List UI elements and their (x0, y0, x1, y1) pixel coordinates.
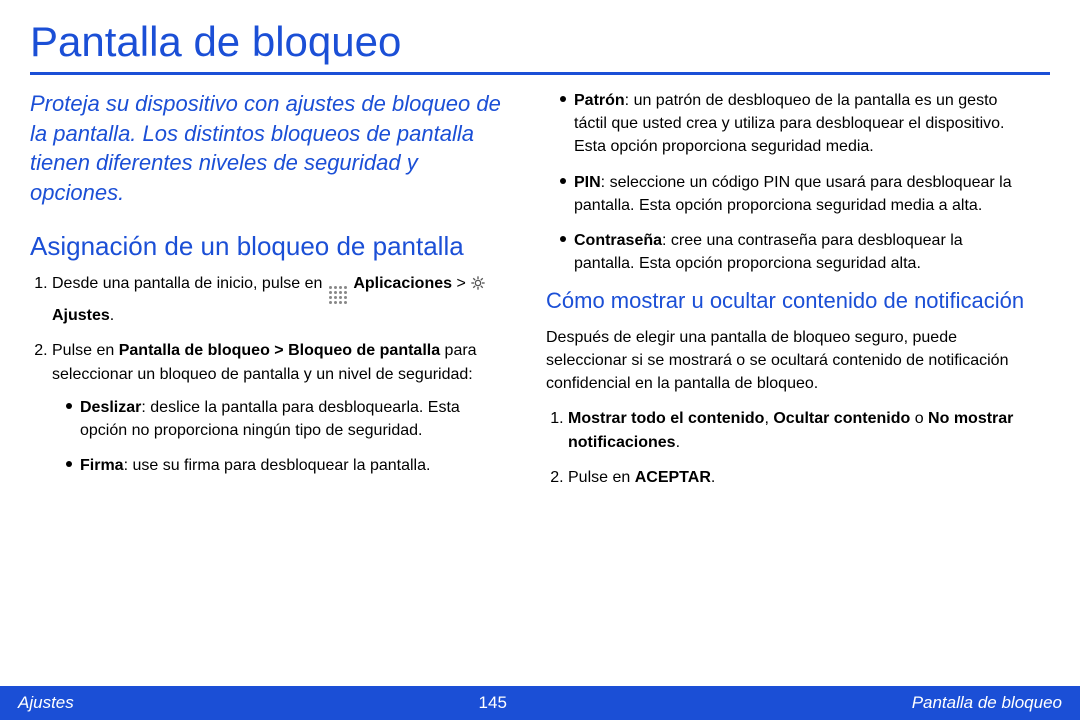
step-text: . (711, 469, 715, 486)
desc: : seleccione un código PIN que usará par… (574, 174, 1012, 214)
list-item: Contraseña: cree una contraseña para des… (560, 229, 1026, 275)
document-page: Pantalla de bloqueo Proteja su dispositi… (0, 0, 1080, 720)
term: PIN (574, 174, 601, 191)
bullets-right: Patrón: un patrón de desbloqueo de la pa… (546, 89, 1026, 275)
bullets-left: Deslizar: deslice la pantalla para desbl… (52, 396, 510, 478)
step-item: Mostrar todo el contenido, Ocultar conte… (568, 407, 1026, 453)
steps-list-2: Mostrar todo el contenido, Ocultar conte… (546, 407, 1026, 489)
step-text: Pulse en (568, 469, 635, 486)
bold-option: Ocultar contenido (773, 410, 910, 427)
bold-apps: Aplicaciones (353, 275, 452, 292)
gear-icon (470, 275, 486, 291)
bold-path: Pantalla de bloqueo > Bloqueo de pantall… (119, 342, 440, 359)
list-item: Deslizar: deslice la pantalla para desbl… (66, 396, 510, 442)
bold-accept: ACEPTAR (635, 469, 711, 486)
page-title: Pantalla de bloqueo (30, 18, 1050, 72)
left-column: Proteja su dispositivo con ajustes de bl… (30, 89, 510, 501)
section-heading-notification-content: Cómo mostrar u ocultar contenido de noti… (546, 287, 1026, 316)
step-text: Pulse en (52, 342, 119, 359)
apps-grid-icon (329, 286, 347, 304)
list-item: PIN: seleccione un código PIN que usará … (560, 171, 1026, 217)
list-item: Patrón: un patrón de desbloqueo de la pa… (560, 89, 1026, 159)
desc: : un patrón de desbloqueo de la pantalla… (574, 92, 1004, 155)
right-column: Patrón: un patrón de desbloqueo de la pa… (546, 89, 1026, 501)
step-text: , (764, 410, 773, 427)
two-column-layout: Proteja su dispositivo con ajustes de bl… (30, 89, 1050, 501)
term: Firma (80, 457, 124, 474)
section-heading-assign-lock: Asignación de un bloqueo de pantalla (30, 230, 510, 263)
page-footer: Ajustes 145 Pantalla de bloqueo (0, 686, 1080, 720)
bold-settings: Ajustes (52, 307, 110, 324)
step-text: . (676, 434, 680, 451)
term: Patrón (574, 92, 625, 109)
footer-page-number: 145 (479, 693, 507, 713)
footer-right: Pantalla de bloqueo (912, 693, 1062, 713)
step-text: o (910, 410, 928, 427)
bold-option: Mostrar todo el contenido (568, 410, 764, 427)
term: Deslizar (80, 399, 141, 416)
term: Contraseña (574, 232, 662, 249)
desc: : use su firma para desbloquear la panta… (124, 457, 431, 474)
step-text: . (110, 307, 114, 324)
step-text: > (452, 275, 470, 292)
section2-paragraph: Después de elegir una pantalla de bloque… (546, 326, 1026, 396)
footer-left: Ajustes (18, 693, 74, 713)
intro-paragraph: Proteja su dispositivo con ajustes de bl… (30, 89, 510, 208)
steps-list: Desde una pantalla de inicio, pulse en A… (30, 272, 510, 477)
step-item: Pulse en Pantalla de bloqueo > Bloqueo d… (52, 339, 510, 477)
step-item: Desde una pantalla de inicio, pulse en A… (52, 272, 510, 327)
title-rule (30, 72, 1050, 75)
step-item: Pulse en ACEPTAR. (568, 466, 1026, 489)
step-text: Desde una pantalla de inicio, pulse en (52, 275, 327, 292)
list-item: Firma: use su firma para desbloquear la … (66, 454, 510, 477)
